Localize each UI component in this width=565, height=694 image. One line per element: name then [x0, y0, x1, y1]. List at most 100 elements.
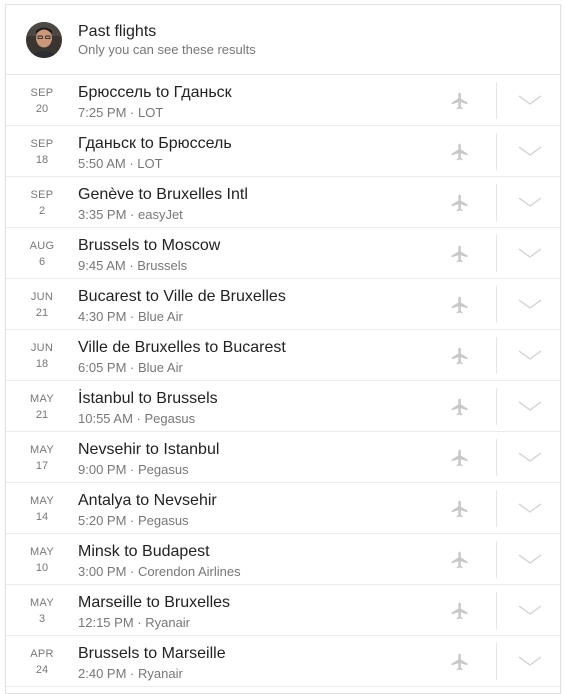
row-divider [496, 388, 497, 425]
flight-month: SEP [30, 138, 54, 150]
flight-month: MAY [30, 495, 54, 507]
row-divider [496, 82, 497, 119]
flight-icon[interactable] [450, 601, 470, 621]
flight-airline: Blue Air [137, 360, 183, 375]
flight-row[interactable]: MAY 21 İstanbul to Brussels 10:55 AM · Pega… [6, 381, 560, 432]
flight-icon[interactable] [450, 397, 470, 417]
flight-row[interactable]: MAY 14 Antalya to Nevsehir 5:20 PM · Pegasu… [6, 483, 560, 534]
flight-time: 2:40 PM [78, 666, 127, 681]
meta-separator: · [126, 564, 138, 579]
flight-time: 4:30 PM [78, 309, 127, 324]
flight-row[interactable]: SEP 20 Брюссель to Гданьск 7:25 PM · LOT [6, 75, 560, 126]
flight-date: AUG 6 [20, 240, 64, 269]
meta-separator: · [133, 615, 146, 630]
flight-airline: Pegasus [137, 513, 189, 528]
flight-airline: LOT [137, 105, 164, 120]
flight-month: APR [30, 648, 54, 660]
flight-day: 18 [35, 358, 49, 370]
flight-icon[interactable] [450, 142, 470, 162]
avatar-image [26, 22, 62, 58]
flight-icon[interactable] [450, 295, 470, 315]
flight-airline: Blue Air [137, 309, 183, 324]
chevron-down-icon[interactable] [518, 655, 542, 667]
flight-icon[interactable] [450, 91, 470, 111]
chevron-down-icon[interactable] [518, 247, 542, 259]
chevron-down-icon[interactable] [518, 604, 542, 616]
flight-day: 10 [35, 562, 49, 574]
flight-route: Nevsehir to Istanbul [78, 441, 220, 458]
flight-airline: Brussels [137, 258, 188, 273]
flight-day: 2 [38, 205, 46, 217]
flight-meta: 3:35 PM · easyJet [78, 207, 183, 222]
flight-route: Гданьск to Брюссель [78, 135, 232, 152]
flight-row[interactable]: MAY 10 Minsk to Budapest 3:00 PM · Corendon… [6, 534, 560, 585]
flight-icon[interactable] [450, 550, 470, 570]
row-divider [496, 643, 497, 680]
meta-separator: · [126, 462, 138, 477]
chevron-down-icon[interactable] [518, 298, 542, 310]
flight-meta: 12:15 PM · Ryanair [78, 615, 190, 630]
chevron-down-icon[interactable] [518, 94, 542, 106]
flight-icon[interactable] [450, 652, 470, 672]
flight-icon[interactable] [450, 244, 470, 264]
flight-month: MAY [30, 444, 54, 456]
chevron-down-icon[interactable] [518, 145, 542, 157]
chevron-down-icon[interactable] [518, 349, 542, 361]
row-divider [496, 133, 497, 170]
flight-meta: 10:55 AM · Pegasus [78, 411, 195, 426]
row-divider [496, 184, 497, 221]
flight-date: JUN 18 [20, 342, 64, 371]
flight-time: 12:15 PM [78, 615, 134, 630]
flight-month: MAY [30, 546, 54, 558]
meta-separator: · [125, 258, 138, 273]
flight-route: Marseille to Bruxelles [78, 594, 231, 611]
flight-day: 24 [35, 664, 49, 676]
flight-row[interactable]: MAY 17 Nevsehir to Istanbul 9:00 PM · Pegas… [6, 432, 560, 483]
flight-date: APR 24 [20, 648, 64, 677]
flight-row[interactable]: SEP 18 Гданьск to Брюссель 5:50 AM · LOT [6, 126, 560, 177]
flight-meta: 7:25 PM · LOT [78, 105, 163, 120]
chevron-down-icon[interactable] [518, 553, 542, 565]
flight-icon[interactable] [450, 499, 470, 519]
flight-month: AUG [29, 240, 55, 252]
chevron-down-icon[interactable] [518, 196, 542, 208]
flight-route: Brussels to Moscow [78, 237, 221, 254]
meta-separator: · [125, 156, 138, 171]
meta-separator: · [126, 309, 138, 324]
flight-row[interactable]: MAY 3 Marseille to Bruxelles 12:15 PM · Rya… [6, 585, 560, 636]
flight-row[interactable]: JUN 18 Ville de Bruxelles to Bucarest 6:05 … [6, 330, 560, 381]
flight-date: SEP 18 [20, 138, 64, 167]
flight-route: Minsk to Budapest [78, 543, 210, 560]
flight-icon[interactable] [450, 346, 470, 366]
flight-icon[interactable] [450, 448, 470, 468]
flight-month: SEP [30, 87, 54, 99]
flight-route: Genève to Bruxelles Intl [78, 186, 248, 203]
flight-day: 17 [35, 460, 49, 472]
flight-row[interactable]: APR 24 Brussels to Marseille 2:40 PM · Ryan… [6, 636, 560, 687]
flight-date: MAY 3 [20, 597, 64, 626]
past-flights-card: Past flights Only you can see these resu… [5, 4, 561, 694]
row-divider [496, 541, 497, 578]
flight-date: MAY 10 [20, 546, 64, 575]
flight-row[interactable]: SEP 2 Genève to Bruxelles Intl 3:35 PM · ea… [6, 177, 560, 228]
flight-date: JUN 21 [20, 291, 64, 320]
flight-route: Brussels to Marseille [78, 645, 226, 662]
meta-separator: · [126, 105, 138, 120]
flight-day: 21 [35, 409, 49, 421]
flight-route: Брюссель to Гданьск [78, 84, 232, 101]
chevron-down-icon[interactable] [518, 451, 542, 463]
meta-separator: · [126, 666, 138, 681]
flight-month: SEP [30, 189, 54, 201]
flight-row[interactable]: JUN 21 Bucarest to Ville de Bruxelles 4:30 … [6, 279, 560, 330]
chevron-down-icon[interactable] [518, 400, 542, 412]
row-divider [496, 235, 497, 272]
flight-day: 20 [35, 103, 49, 115]
chevron-down-icon[interactable] [518, 502, 542, 514]
flight-list: SEP 20 Брюссель to Гданьск 7:25 PM · LOT SEP… [6, 75, 560, 687]
flight-day: 14 [35, 511, 49, 523]
flight-row[interactable]: AUG 6 Brussels to Moscow 9:45 AM · Brussels [6, 228, 560, 279]
flight-icon[interactable] [450, 193, 470, 213]
flight-time: 3:35 PM [78, 207, 127, 222]
flight-meta: 2:40 PM · Ryanair [78, 666, 183, 681]
flight-airline: Ryanair [145, 615, 191, 630]
